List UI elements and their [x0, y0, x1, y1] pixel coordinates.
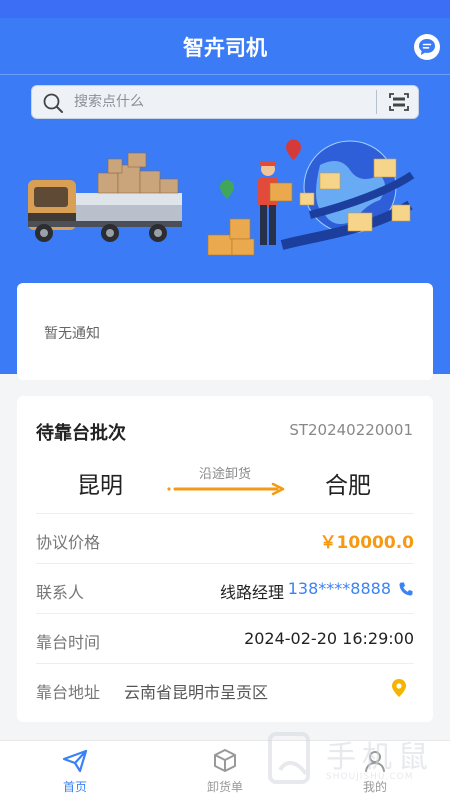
price-row: 协议价格 ￥10000.0 [36, 513, 414, 563]
chat-icon [419, 39, 435, 55]
header-divider [0, 74, 450, 75]
order-card[interactable]: 待靠台批次 ST20240220001 昆明 沿途卸货 合肥 协议价格 ￥100… [17, 396, 433, 722]
dock-time-value: 2024-02-20 16:29:00 [244, 629, 414, 648]
search-input[interactable] [74, 86, 364, 118]
tab-home[interactable]: 首页 [0, 741, 150, 800]
scan-icon [389, 93, 409, 111]
tab-home-label: 首页 [62, 780, 87, 794]
app-title: 智卉司机 [183, 36, 267, 60]
contact-phone-link[interactable]: 138****8888 [288, 579, 391, 598]
contact-row: 联系人 线路经理 138****8888 [36, 563, 414, 613]
map-pin-green [220, 180, 234, 199]
dock-time-row: 靠台时间 2024-02-20 16:29:00 [36, 613, 414, 663]
watermark-text: 手机鼠 [326, 740, 434, 775]
status-bar [0, 0, 450, 18]
location-pin-icon[interactable] [390, 678, 408, 698]
notice-text: 暂无通知 [44, 326, 100, 342]
origin-city: 昆明 [77, 473, 123, 499]
search-icon [43, 93, 63, 113]
dock-address-value: 云南省昆明市呈贡区 [124, 683, 269, 702]
scan-divider [376, 90, 377, 114]
watermark: 手机鼠 SHOUJISHU.COM [262, 726, 442, 796]
dock-time-label: 靠台时间 [36, 633, 101, 652]
watermark-subtext: SHOUJISHU.COM [326, 772, 414, 782]
watermark-logo [268, 732, 310, 784]
logistics-banner-illustration [28, 139, 415, 256]
search-box[interactable] [31, 85, 419, 119]
order-number: ST20240220001 [289, 421, 413, 439]
order-title: 待靠台批次 [36, 423, 126, 444]
paper-plane-icon [62, 749, 88, 773]
dock-address-label: 靠台地址 [36, 683, 101, 702]
notice-card[interactable]: 暂无通知 [17, 283, 433, 380]
map-pin-red [286, 139, 301, 160]
price-value: ￥10000.0 [319, 533, 414, 553]
chat-button[interactable] [414, 34, 440, 60]
scan-button[interactable] [382, 89, 416, 115]
dock-address-row[interactable]: 靠台地址 云南省昆明市呈贡区 [36, 663, 414, 713]
contact-name: 线路经理 [219, 583, 284, 602]
price-label: 协议价格 [36, 533, 101, 552]
route-arrow-icon [167, 482, 285, 496]
worker-figure [258, 161, 293, 245]
phone-icon[interactable] [398, 581, 414, 597]
contact-label: 联系人 [36, 583, 85, 602]
destination-city: 合肥 [325, 473, 371, 499]
truck-image [28, 152, 182, 242]
box-icon [214, 749, 236, 772]
